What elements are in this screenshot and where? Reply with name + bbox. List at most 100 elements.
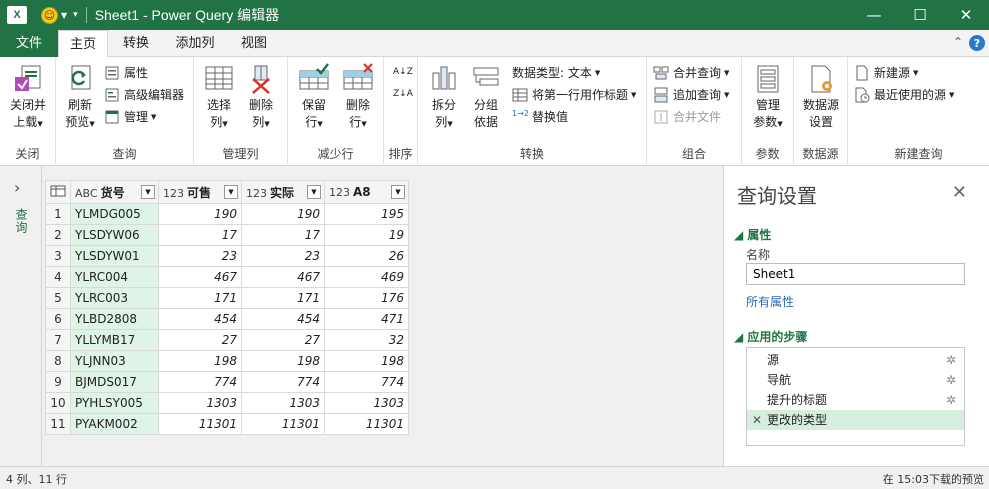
row-number[interactable]: 4 xyxy=(45,266,71,288)
excel-app-icon[interactable]: X xyxy=(7,6,27,24)
sort-ascending-button[interactable]: A↓Z xyxy=(393,63,413,82)
column-header-actual[interactable]: 123 实际 ▼ xyxy=(241,180,325,204)
tab-view[interactable]: 视图 xyxy=(232,30,276,57)
column-filter-icon[interactable]: ▼ xyxy=(307,185,321,199)
grid-cell[interactable]: 190 xyxy=(241,203,325,225)
merge-queries-button[interactable]: 合并查询 ▼ xyxy=(653,63,729,82)
grid-cell[interactable]: YLMDG005 xyxy=(70,203,159,225)
grid-cell[interactable]: 23 xyxy=(158,245,242,267)
text-type-icon[interactable]: ABC xyxy=(75,187,98,200)
row-number[interactable]: 9 xyxy=(45,371,71,393)
grid-cell[interactable]: YLLYMB17 xyxy=(70,329,159,351)
use-first-row-header-button[interactable]: 将第一行用作标题 ▼ xyxy=(512,85,636,104)
properties-section-header[interactable]: ◢ 属性 xyxy=(734,226,771,243)
grid-cell[interactable]: 774 xyxy=(324,371,409,393)
grid-cell[interactable]: 17 xyxy=(158,224,242,246)
manage-query-button[interactable]: 管理 ▼ xyxy=(104,107,156,126)
split-column-button[interactable]: 拆分 列▼ xyxy=(424,63,464,133)
combine-files-button[interactable]: 合并文件 xyxy=(653,107,721,126)
row-number[interactable]: 6 xyxy=(45,308,71,330)
group-by-button[interactable]: 分组 依据 xyxy=(466,63,506,131)
feedback-dropdown-icon[interactable]: ▼ xyxy=(61,11,67,20)
grid-cell[interactable]: 454 xyxy=(241,308,325,330)
grid-cell[interactable]: YLSDYW06 xyxy=(70,224,159,246)
step-promoted-headers[interactable]: 提升的标题 ✲ xyxy=(747,390,964,410)
sort-descending-button[interactable]: Z↓A xyxy=(393,85,413,104)
close-window-button[interactable]: ✕ xyxy=(943,0,989,30)
replace-values-button[interactable]: 1→2 替换值 xyxy=(512,107,568,126)
restore-button[interactable]: ☐ xyxy=(897,0,943,30)
grid-cell[interactable]: 471 xyxy=(324,308,409,330)
column-header-sku[interactable]: ABC 货号 ▼ xyxy=(70,180,159,204)
gear-icon[interactable]: ✲ xyxy=(946,390,956,410)
step-changed-type[interactable]: ✕ 更改的类型 xyxy=(747,410,964,430)
gear-icon[interactable]: ✲ xyxy=(946,370,956,390)
grid-cell[interactable]: 27 xyxy=(158,329,242,351)
grid-cell[interactable]: 1303 xyxy=(158,392,242,414)
remove-rows-button[interactable]: 删除 行▼ xyxy=(338,63,378,133)
queries-pane-label[interactable]: 查询 xyxy=(13,208,30,234)
step-source[interactable]: 源 ✲ xyxy=(747,350,964,370)
delete-step-icon[interactable]: ✕ xyxy=(752,410,762,430)
column-filter-icon[interactable]: ▼ xyxy=(224,185,238,199)
grid-cell[interactable]: 11301 xyxy=(158,413,242,435)
grid-cell[interactable]: 23 xyxy=(241,245,325,267)
quick-access-customize-icon[interactable]: ▾ xyxy=(73,10,78,20)
grid-cell[interactable]: 467 xyxy=(158,266,242,288)
row-number[interactable]: 1 xyxy=(45,203,71,225)
close-settings-icon[interactable]: ✕ xyxy=(952,182,967,203)
remove-columns-button[interactable]: 删除 列▼ xyxy=(242,63,280,133)
data-source-settings-button[interactable]: 数据源 设置 xyxy=(798,63,844,131)
tab-add-column[interactable]: 添加列 xyxy=(168,30,222,57)
applied-steps-section-header[interactable]: ◢ 应用的步骤 xyxy=(734,328,807,345)
number-type-icon[interactable]: 123 xyxy=(246,187,267,200)
grid-cell[interactable]: 774 xyxy=(241,371,325,393)
row-number[interactable]: 5 xyxy=(45,287,71,309)
grid-cell[interactable]: 1303 xyxy=(324,392,409,414)
grid-cell[interactable]: 467 xyxy=(241,266,325,288)
row-number[interactable]: 11 xyxy=(45,413,71,435)
grid-cell[interactable]: 11301 xyxy=(324,413,409,435)
manage-parameters-button[interactable]: 管理 参数▼ xyxy=(746,63,790,133)
number-type-icon[interactable]: 123 xyxy=(329,186,350,199)
grid-cell[interactable]: BJMDS017 xyxy=(70,371,159,393)
refresh-preview-button[interactable]: 刷新 预览▼ xyxy=(60,63,100,133)
grid-cell[interactable]: YLJNN03 xyxy=(70,350,159,372)
grid-cell[interactable]: 32 xyxy=(324,329,409,351)
grid-cell[interactable]: YLRC003 xyxy=(70,287,159,309)
tab-home[interactable]: 主页 xyxy=(58,30,108,58)
grid-cell[interactable]: YLSDYW01 xyxy=(70,245,159,267)
grid-cell[interactable]: 774 xyxy=(158,371,242,393)
column-header-sellable[interactable]: 123 可售 ▼ xyxy=(158,180,242,204)
table-menu-icon[interactable] xyxy=(45,180,71,204)
grid-cell[interactable]: 469 xyxy=(324,266,409,288)
grid-cell[interactable]: 171 xyxy=(158,287,242,309)
ribbon-collapse-icon[interactable]: ⌃ xyxy=(953,35,963,49)
advanced-editor-button[interactable]: 高级编辑器 xyxy=(104,85,184,104)
grid-cell[interactable]: 19 xyxy=(324,224,409,246)
tab-file[interactable]: 文件 xyxy=(0,30,58,57)
column-filter-icon[interactable]: ▼ xyxy=(141,185,155,199)
all-properties-link[interactable]: 所有属性 xyxy=(746,293,794,310)
new-source-button[interactable]: 新建源 ▼ xyxy=(854,63,918,82)
grid-cell[interactable]: 195 xyxy=(324,203,409,225)
properties-button[interactable]: 属性 xyxy=(104,63,148,82)
row-number[interactable]: 2 xyxy=(45,224,71,246)
grid-cell[interactable]: 176 xyxy=(324,287,409,309)
grid-cell[interactable]: 11301 xyxy=(241,413,325,435)
help-icon[interactable]: ? xyxy=(969,35,985,51)
column-header-a8[interactable]: 123 A8 ▼ xyxy=(324,180,409,204)
append-queries-button[interactable]: 追加查询 ▼ xyxy=(653,85,729,104)
step-navigation[interactable]: 导航 ✲ xyxy=(747,370,964,390)
tab-transform[interactable]: 转换 xyxy=(112,30,160,57)
grid-cell[interactable]: PYHLSY005 xyxy=(70,392,159,414)
grid-cell[interactable]: 198 xyxy=(158,350,242,372)
grid-cell[interactable]: 1303 xyxy=(241,392,325,414)
grid-cell[interactable]: YLRC004 xyxy=(70,266,159,288)
grid-cell[interactable]: 27 xyxy=(241,329,325,351)
data-type-dropdown[interactable]: 数据类型: 文本 ▼ xyxy=(512,63,600,82)
query-name-input[interactable] xyxy=(746,263,965,285)
column-filter-icon[interactable]: ▼ xyxy=(391,185,405,199)
grid-cell[interactable]: 198 xyxy=(241,350,325,372)
grid-cell[interactable]: 190 xyxy=(158,203,242,225)
